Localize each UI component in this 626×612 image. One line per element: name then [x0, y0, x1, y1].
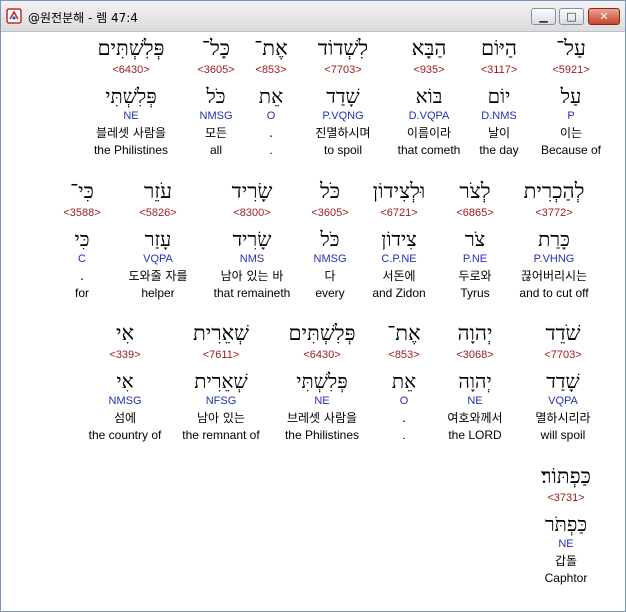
word-column[interactable]: אִי <339> אִי NMSG 섬에 the country of	[77, 319, 173, 443]
hebrew-lemma: שָׂרִיד	[232, 227, 272, 251]
parse-code: NMSG	[199, 110, 233, 122]
strong-number[interactable]: <6430>	[83, 62, 179, 78]
hebrew-lemma: שְׁאֵרִית	[194, 369, 248, 393]
maximize-button[interactable]: □	[559, 8, 584, 25]
strong-number[interactable]: <7703>	[515, 347, 611, 363]
parse-code: O	[399, 395, 409, 407]
interlinear-view[interactable]: עַל־ <5921> עַל P 이는 Because of הַיּוֹם …	[1, 32, 625, 611]
hebrew-lemma: שָׁדַד	[546, 369, 580, 393]
parse-code: NFSG	[205, 395, 237, 407]
hebrew-word[interactable]: אִי	[77, 319, 173, 347]
hebrew-lemma: כִּי	[74, 227, 90, 251]
word-column[interactable]: כִּי־ <3588> כִּי C . for	[34, 177, 130, 301]
korean-gloss: .	[402, 411, 406, 425]
hebrew-lemma: פְּלִשְׁתִּי	[105, 84, 157, 108]
word-column[interactable]: פְּלִשְׁתִּים <6430> פְּלִשְׁתִּי NE 브레셋…	[274, 319, 370, 443]
english-gloss: all	[209, 143, 222, 157]
word-column[interactable]: כַּפְתּוֹר׃ <3731> כַּפְתֹּר NE 갑돌 Capht…	[518, 462, 614, 586]
window-title: @원전분해 - 렘 47:4	[28, 11, 138, 25]
word-column[interactable]: פְּלִשְׁתִּים <6430> פְּלִשְׁתִּי NE 블레셋…	[83, 34, 179, 158]
korean-gloss: 남아 있는	[197, 411, 245, 425]
hebrew-word[interactable]: שֹׁדֵד	[515, 319, 611, 347]
strong-number[interactable]: <3588>	[34, 205, 130, 221]
english-gloss: Caphtor	[544, 571, 588, 585]
strong-number[interactable]: <6430>	[274, 347, 370, 363]
strong-number[interactable]: <8300>	[204, 205, 300, 221]
parse-code: NMSG	[108, 395, 142, 407]
korean-gloss: 브레셋 사람을	[286, 411, 358, 425]
korean-gloss: 남아 있는 바	[220, 269, 284, 283]
hebrew-lemma: כַּפְתֹּר	[544, 512, 588, 536]
english-gloss: the country of	[88, 428, 162, 442]
parse-code: NMS	[239, 253, 265, 265]
strong-number[interactable]: <935>	[381, 62, 477, 78]
english-gloss: for	[74, 286, 89, 300]
korean-gloss: 섬에	[113, 411, 137, 425]
english-gloss: the Philistines	[93, 143, 169, 157]
word-column[interactable]: הַבָּא <935> בּוֹא D.VQPA 이름이라 that come…	[381, 34, 477, 158]
korean-gloss: .	[80, 269, 84, 283]
hebrew-word[interactable]: כַּפְתּוֹר׃	[518, 462, 614, 490]
close-icon: ✕	[599, 10, 609, 23]
parse-code: NE	[123, 110, 139, 122]
hebrew-word[interactable]: כָּל־	[168, 34, 264, 62]
english-gloss: that remaineth	[213, 286, 291, 300]
close-button[interactable]: ✕	[588, 8, 620, 25]
hebrew-word[interactable]: שְׁאֵרִית	[173, 319, 269, 347]
parse-code: D.VQPA	[408, 110, 450, 122]
hebrew-word[interactable]: פְּלִשְׁתִּים	[274, 319, 370, 347]
hebrew-word[interactable]: פְּלִשְׁתִּים	[83, 34, 179, 62]
english-gloss: the remnant of	[182, 428, 260, 442]
vertical-scrollbar[interactable]	[613, 32, 625, 611]
app-window: @원전분해 - 렘 47:4 ▁ □ ✕ עַל־ <5921> עַל P 이…	[0, 0, 626, 612]
word-column[interactable]: אֶת־ <853> אֵת O . .	[356, 319, 452, 443]
parse-code: NE	[558, 538, 574, 550]
korean-gloss: 모든	[204, 126, 228, 140]
minimize-button[interactable]: ▁	[531, 8, 556, 25]
parse-code: VQPA	[548, 395, 578, 407]
parse-code: C	[78, 253, 86, 265]
maximize-icon: □	[566, 10, 577, 23]
english-gloss: .	[402, 428, 406, 442]
word-column[interactable]: שְׁאֵרִית <7611> שְׁאֵרִית NFSG 남아 있는 th…	[173, 319, 269, 443]
hebrew-lemma: אֵת	[391, 369, 417, 393]
title-bar[interactable]: @원전분해 - 렘 47:4 ▁ □ ✕	[1, 1, 625, 32]
hebrew-lemma: פְּלִשְׁתִּי	[296, 369, 348, 393]
app-logo-icon	[6, 8, 22, 24]
english-gloss: that cometh	[397, 143, 461, 157]
strong-number[interactable]: <3605>	[168, 62, 264, 78]
parse-code: NE	[314, 395, 330, 407]
hebrew-lemma: בּוֹא	[415, 84, 443, 108]
hebrew-lemma: אִי	[116, 369, 134, 393]
strong-number[interactable]: <339>	[77, 347, 173, 363]
english-gloss: will spoil	[540, 428, 586, 442]
korean-gloss: 이름이라	[406, 126, 452, 140]
word-column[interactable]: כָּל־ <3605> כֹּל NMSG 모든 all	[168, 34, 264, 158]
strong-number[interactable]: <853>	[356, 347, 452, 363]
korean-gloss: 멸하시리라	[535, 411, 591, 425]
hebrew-word[interactable]: שָׂרִיד	[204, 177, 300, 205]
hebrew-lemma: כֹּל	[206, 84, 226, 108]
hebrew-word[interactable]: כִּי־	[34, 177, 130, 205]
strong-number[interactable]: <3731>	[518, 490, 614, 506]
english-gloss: the Philistines	[284, 428, 360, 442]
minimize-icon: ▁	[539, 10, 548, 23]
word-column[interactable]: שָׂרִיד <8300> שָׂרִיד NMS 남아 있는 바 that …	[204, 177, 300, 301]
hebrew-word[interactable]: אֶת־	[356, 319, 452, 347]
korean-gloss: 갑돌	[554, 554, 578, 568]
korean-gloss: 블레셋 사람을	[95, 126, 167, 140]
hebrew-word[interactable]: הַבָּא	[381, 34, 477, 62]
strong-number[interactable]: <7611>	[173, 347, 269, 363]
word-column[interactable]: שֹׁדֵד <7703> שָׁדַד VQPA 멸하시리라 will spo…	[515, 319, 611, 443]
